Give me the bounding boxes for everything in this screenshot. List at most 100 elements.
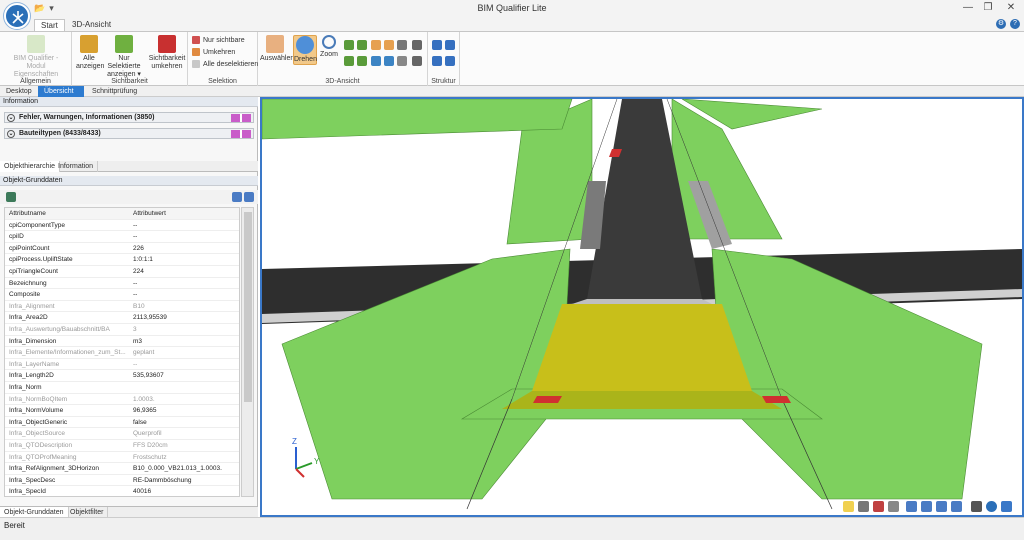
- table-row[interactable]: Infra_Dimension m3: [5, 336, 239, 348]
- table-row[interactable]: Infra_Alignment B10: [5, 301, 239, 313]
- open-icon[interactable]: 📂: [34, 3, 45, 14]
- chevron-down-icon[interactable]: [445, 40, 455, 50]
- table-row[interactable]: Infra_RefAlignment_3DHorizon B10_0.000_VB…: [5, 463, 239, 475]
- prev-icon[interactable]: [232, 192, 242, 202]
- table-row[interactable]: Infra_QTOProfMeaning Frostschutz: [5, 452, 239, 464]
- view-box-icon[interactable]: [397, 40, 407, 50]
- section-box-icon[interactable]: [888, 501, 899, 512]
- table-row[interactable]: cpiID --: [5, 231, 239, 243]
- table-row[interactable]: cpiTriangleCount 224: [5, 266, 239, 278]
- wire-view-icon[interactable]: [397, 56, 407, 66]
- section-bauteiltypen[interactable]: ⌄ Bauteiltypen (8433/8433): [4, 128, 254, 139]
- table-row[interactable]: Composite --: [5, 289, 239, 301]
- fullscreen-icon[interactable]: [971, 501, 982, 512]
- chevron-up-icon[interactable]: [445, 56, 455, 66]
- alle-anzeigen-button[interactable]: Alle anzeigen: [76, 35, 104, 71]
- iso-view-icon[interactable]: [371, 56, 381, 66]
- view-left-icon[interactable]: [906, 501, 917, 512]
- view-bottom-icon[interactable]: [951, 501, 962, 512]
- crumb-schnittpruefung[interactable]: Schnittprüfung: [86, 86, 143, 97]
- view-top-icon[interactable]: [936, 501, 947, 512]
- deselect-icon: [192, 60, 200, 68]
- edit-icon[interactable]: [231, 114, 251, 122]
- restore-button[interactable]: ❐: [978, 0, 998, 16]
- 3d-scene[interactable]: Z Y: [262, 99, 1022, 515]
- section-fehler[interactable]: ⌄ Fehler, Warnungen, Informationen (3850…: [4, 112, 254, 123]
- scroll-thumb[interactable]: [244, 212, 252, 402]
- table-row[interactable]: cpiPointCount 226: [5, 243, 239, 255]
- collapse-up-icon[interactable]: [432, 56, 442, 66]
- app-logo-icon[interactable]: [4, 3, 30, 29]
- table-row[interactable]: Infra_Length2D 535,93607: [5, 370, 239, 382]
- objekt-grunddaten-header: Objekt-Grunddaten: [0, 176, 258, 186]
- tab-information[interactable]: Information: [54, 161, 99, 172]
- sichtbarkeit-umkehren-button[interactable]: Sichtbarkeit umkehren: [148, 35, 186, 71]
- copy-icon[interactable]: [6, 192, 16, 202]
- zoom-fit-icon[interactable]: [344, 56, 354, 66]
- chevron-down-icon[interactable]: ⌄: [7, 114, 15, 122]
- top-view-icon[interactable]: [384, 56, 394, 66]
- nur-sichtbare-button[interactable]: Nur sichtbare: [192, 36, 245, 44]
- window-controls: — ❐ ✕: [958, 0, 1024, 16]
- table-row[interactable]: Infra_SpecDesc RE-Dammböschung: [5, 475, 239, 487]
- zoom-button[interactable]: Zoom: [319, 35, 339, 59]
- help-icon[interactable]: ?: [1010, 19, 1020, 29]
- attribute-value: false: [133, 418, 147, 426]
- window-title: BIM Qualifier Lite: [477, 3, 547, 13]
- tab-start[interactable]: Start: [34, 19, 65, 31]
- 3d-viewport[interactable]: Z Y: [260, 97, 1024, 517]
- auswaehlen-button[interactable]: Auswählen: [260, 35, 294, 63]
- globe-icon[interactable]: [986, 501, 997, 512]
- crumb-uebersicht[interactable]: Übersicht: [38, 86, 84, 97]
- view-front-icon[interactable]: [371, 40, 381, 50]
- tab-objekthierarchie[interactable]: Objekthierarchie: [0, 161, 60, 172]
- attribute-value: Querprofil: [133, 430, 162, 438]
- tab-3d-ansicht[interactable]: 3D-Ansicht: [66, 19, 117, 31]
- expand-down-icon[interactable]: [432, 40, 442, 50]
- next-icon[interactable]: [244, 192, 254, 202]
- zoom-out-icon[interactable]: [357, 40, 367, 50]
- table-row[interactable]: Infra_Norm: [5, 382, 239, 394]
- alle-deselektieren-button[interactable]: Alle deselektieren: [192, 60, 258, 68]
- zoom-in-icon[interactable]: [344, 40, 354, 50]
- layers-icon[interactable]: [412, 40, 422, 50]
- table-row[interactable]: cpiProcess.UpliftState 1:0:1:1: [5, 254, 239, 266]
- settings-icon[interactable]: ⚙: [996, 19, 1006, 29]
- table-row[interactable]: Infra_SpecId 40016: [5, 486, 239, 496]
- table-row[interactable]: Infra_Elemente/Informationen_zum_St... ge…: [5, 347, 239, 359]
- customize-icon[interactable]: ▾: [49, 3, 54, 14]
- properties-scrollbar[interactable]: [241, 207, 254, 497]
- view-side-icon[interactable]: [384, 40, 394, 50]
- drehen-button[interactable]: Drehen: [293, 35, 317, 65]
- edit-icon[interactable]: [231, 130, 251, 138]
- screenshot-icon[interactable]: [1001, 501, 1012, 512]
- cut-icon[interactable]: [858, 501, 869, 512]
- table-row[interactable]: Infra_LayerName --: [5, 359, 239, 371]
- light-icon[interactable]: [843, 501, 854, 512]
- table-row[interactable]: Infra_Area2D 2113,95539: [5, 312, 239, 324]
- table-row[interactable]: cpiComponentType --: [5, 220, 239, 232]
- modul-eigenschaften-button[interactable]: BIM Qualifier - Modul Eigenschaften: [4, 35, 68, 79]
- table-row[interactable]: Infra_ObjectGeneric false: [5, 417, 239, 429]
- nur-selektierte-button[interactable]: Nur Selektierte anzeigen ▾: [104, 35, 144, 79]
- table-row[interactable]: Infra_NormBoQItem 1.0003.: [5, 394, 239, 406]
- table-row[interactable]: Bezeichnung --: [5, 278, 239, 290]
- attribute-value: 96,9365: [133, 407, 157, 415]
- minimize-button[interactable]: —: [958, 0, 978, 16]
- table-row[interactable]: Infra_NormVolume 96,9365: [5, 405, 239, 417]
- measure-icon[interactable]: [873, 501, 884, 512]
- table-row[interactable]: Infra_QTODescription FFS D20cm: [5, 440, 239, 452]
- view-right-icon[interactable]: [921, 501, 932, 512]
- table-row[interactable]: Infra_ObjectSource Querprofil: [5, 428, 239, 440]
- close-button[interactable]: ✕: [998, 0, 1024, 16]
- chevron-down-icon[interactable]: ⌄: [7, 130, 15, 138]
- table-row[interactable]: Infra_Auswertung/Bauabschnitt/BA 3: [5, 324, 239, 336]
- attribute-name: Infra_QTOProfMeaning: [9, 453, 77, 461]
- attribute-value: FFS D20cm: [133, 442, 168, 449]
- umkehren-button[interactable]: Umkehren: [192, 48, 235, 56]
- crumb-desktop[interactable]: Desktop: [0, 86, 38, 97]
- zoom-select-icon[interactable]: [357, 56, 367, 66]
- section-icon[interactable]: [412, 56, 422, 66]
- group-label: Struktur: [431, 78, 456, 85]
- rotate-globe-icon: [296, 36, 314, 54]
